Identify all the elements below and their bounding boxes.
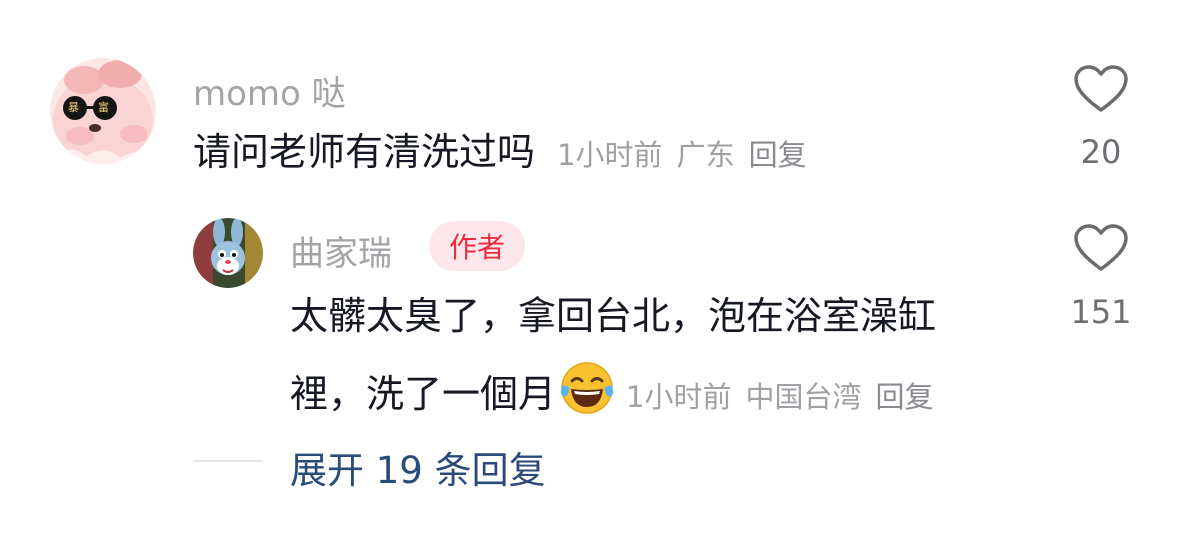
comment-like-button[interactable] [1073,64,1129,118]
reply-reply-button[interactable]: 回复 [875,380,933,414]
comment-meta: 1小时前 广东 回复 [557,138,806,172]
expand-replies-button[interactable]: 展开 19 条回复 [290,440,546,494]
comment-like-count: 20 [1080,133,1122,171]
author-badge: 作者 [429,221,525,271]
commenter-username[interactable]: momo 哒 [193,66,346,115]
comment-reply-button[interactable]: 回复 [749,138,807,172]
reply-like-button[interactable] [1073,223,1129,277]
reply-username[interactable]: 曲家瑞 [290,226,392,275]
comment-body: 请问老师有清洗过吗 [193,130,536,174]
comment-time: 1小时前 [557,138,663,172]
heart-icon [1074,65,1128,112]
heart-icon [1074,224,1128,271]
reply-avatar[interactable] [193,218,263,288]
comment-text: 请问老师有清洗过吗 1小时前 广东 回复 [193,133,807,171]
reply-time: 1小时前 [626,380,732,414]
reply-text-line2: 裡，洗了一個月 [290,372,557,416]
commenter-avatar[interactable]: 暴 富 [50,58,156,164]
reply-text-line2-row: 裡，洗了一個月 1小时前 中国台湾 回复 [290,361,934,415]
reply-location: 中国台湾 [745,380,862,414]
avatar-glasses-text-left: 暴 [68,101,79,114]
face-with-tears-of-joy-icon [560,362,614,414]
expand-divider [193,460,263,462]
reply-meta: 1小时前 中国台湾 回复 [626,380,933,414]
comment-location: 广东 [676,138,735,172]
reply-text-line1: 太髒太臭了，拿回台北，泡在浴室澡缸 [290,294,937,338]
reply-like-count: 151 [1070,293,1132,331]
cartoon-rabbit-avatar-icon [193,218,263,288]
avatar-glasses-text-right: 富 [98,101,109,114]
